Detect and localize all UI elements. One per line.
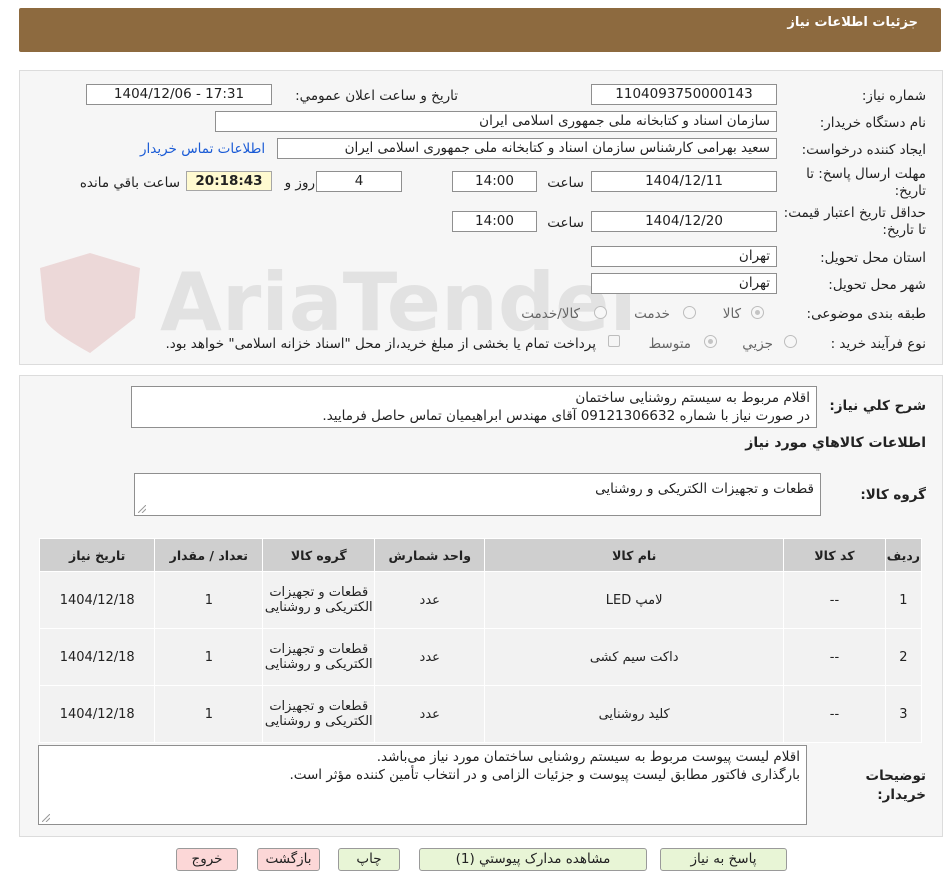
treasury-payment-checkbox[interactable] — [608, 335, 620, 347]
item-group: قطعات و تجهیزات الکتریکی و روشنایی — [262, 571, 376, 629]
category-goods-radio[interactable] — [751, 306, 764, 319]
category-goods-service-radio[interactable] — [594, 306, 607, 319]
buyer-org-label: نام دستگاه خريدار: — [819, 115, 926, 131]
item-name: لامپ LED — [484, 571, 785, 629]
validity-date-field: 1404/12/20 — [591, 211, 777, 232]
item-date: 1404/12/18 — [38, 571, 156, 629]
buyer-notes-line-1: اقلام لیست پیوست مربوط به سیستم روشنایی … — [376, 749, 800, 765]
resize-grip-icon[interactable] — [138, 505, 146, 513]
item-group: قطعات و تجهیزات الکتریکی و روشنایی — [262, 685, 376, 743]
days-label: روز و — [284, 175, 315, 191]
remaining-label: ساعت باقي مانده — [79, 175, 180, 191]
description-line-2: در صورت نیاز با شماره 09121306632 آقای م… — [322, 408, 810, 424]
validity-time-label: ساعت — [547, 215, 584, 231]
category-service-label: خدمت — [634, 306, 670, 322]
price-validity-label: حداقل تاريخ اعتبار قيمت: تا تاريخ: — [783, 205, 926, 238]
description-line-1: اقلام مربوط به سیستم روشنایی ساختمان — [575, 390, 810, 406]
reply-deadline-label: مهلت ارسال پاسخ: تا تاريخ: — [806, 166, 926, 199]
back-button[interactable]: بازگشت — [257, 848, 320, 871]
buyer-contact-link[interactable]: اطلاعات تماس خريدار — [140, 141, 265, 157]
buyer-org-field: سازمان اسناد و کتابخانه ملی جمهوری اسلام… — [215, 111, 777, 132]
category-goods-label: کالا — [722, 306, 741, 322]
reply-date-field: 1404/12/11 — [591, 171, 777, 192]
item-unit: عدد — [374, 685, 486, 743]
item-date: 1404/12/18 — [38, 685, 156, 743]
days-remaining-field: 4 — [316, 171, 402, 192]
table-row: 3 -- کلید روشنایی عدد قطعات و تجهیزات ال… — [38, 685, 923, 743]
item-code: -- — [783, 571, 886, 629]
col-code: کد کالا — [783, 538, 886, 572]
item-qty: 1 — [154, 628, 264, 686]
table-row: 1 -- لامپ LED عدد قطعات و تجهیزات الکتری… — [38, 571, 923, 629]
exit-button[interactable]: خروج — [176, 848, 238, 871]
description-textarea: اقلام مربوط به سیستم روشنایی ساختمان در … — [131, 386, 817, 428]
item-code: -- — [783, 685, 886, 743]
need-number-field: 1104093750000143 — [591, 84, 777, 105]
province-field: تهران — [591, 246, 777, 267]
item-qty: 1 — [154, 571, 264, 629]
reply-time-field: 14:00 — [452, 171, 537, 192]
col-unit: واحد شمارش — [374, 538, 486, 572]
reply-time-label: ساعت — [547, 175, 584, 191]
shield-icon — [40, 253, 140, 353]
creator-field: سعید بهرامی کارشناس سازمان اسناد و کتابخ… — [277, 138, 777, 159]
page-title: جزئيات اطلاعات نياز — [787, 15, 918, 30]
col-qty: تعداد / مقدار — [154, 538, 264, 572]
city-field: تهران — [591, 273, 777, 294]
col-name: نام کالا — [484, 538, 785, 572]
item-unit: عدد — [374, 571, 486, 629]
announce-date-field: 1404/12/06 - 17:31 — [86, 84, 272, 105]
city-label: شهر محل تحويل: — [828, 277, 926, 293]
creator-label: ايجاد کننده درخواست: — [801, 142, 926, 158]
print-button[interactable]: چاپ — [338, 848, 400, 871]
item-unit: عدد — [374, 628, 486, 686]
buyer-notes-label: توضيحات خريدار: — [865, 768, 926, 803]
goods-group-value: قطعات و تجهیزات الکتریکی و روشنایی — [595, 481, 814, 497]
countdown-timer: 20:18:43 — [186, 171, 272, 191]
description-label: شرح کلي نياز: — [829, 398, 926, 414]
col-date: تاريخ نياز — [38, 538, 156, 572]
row-number: 1 — [884, 571, 923, 629]
item-group: قطعات و تجهیزات الکتریکی و روشنایی — [262, 628, 376, 686]
buyer-notes-line-2: بارگذاری فاکتور مطابق لیست پیوست و جزئیا… — [289, 767, 800, 783]
item-name: داکت سیم کشی — [484, 628, 785, 686]
resize-grip-icon[interactable] — [42, 814, 50, 822]
view-attachments-button[interactable]: مشاهده مدارک پيوستي (1) — [419, 848, 647, 871]
col-row: رديف — [884, 538, 923, 572]
table-row: 2 -- داکت سیم کشی عدد قطعات و تجهیزات ال… — [38, 628, 923, 686]
goods-group-label: گروه کالا: — [860, 487, 926, 503]
process-medium-radio[interactable] — [704, 335, 717, 348]
goods-section-title: اطلاعات کالاهاي مورد نياز — [745, 435, 926, 451]
announce-date-label: تاريخ و ساعت اعلان عمومي: — [295, 88, 458, 104]
item-qty: 1 — [154, 685, 264, 743]
row-number: 2 — [884, 628, 923, 686]
col-group: گروه کالا — [262, 538, 376, 572]
treasury-payment-note: پرداخت تمام يا بخشی از مبلغ خريد،از محل … — [165, 336, 596, 352]
process-type-label: نوع فرآيند خريد : — [830, 336, 926, 352]
item-name: کلید روشنایی — [484, 685, 785, 743]
category-goods-service-label: کالا/خدمت — [521, 306, 580, 322]
goods-table: رديف کد کالا نام کالا واحد شمارش گروه کا… — [38, 538, 923, 743]
process-medium-label: متوسط — [648, 336, 691, 352]
province-label: استان محل تحويل: — [820, 250, 926, 266]
item-code: -- — [783, 628, 886, 686]
need-number-label: شماره نياز: — [861, 88, 926, 104]
validity-time-field: 14:00 — [452, 211, 537, 232]
reply-to-need-button[interactable]: پاسخ به نياز — [660, 848, 787, 871]
process-minor-label: جزيي — [742, 336, 773, 352]
category-label: طبقه بندی موضوعی: — [806, 306, 926, 322]
buyer-notes-textarea: اقلام لیست پیوست مربوط به سیستم روشنایی … — [38, 745, 807, 825]
goods-group-textarea: قطعات و تجهیزات الکتریکی و روشنایی — [134, 473, 821, 516]
item-date: 1404/12/18 — [38, 628, 156, 686]
row-number: 3 — [884, 685, 923, 743]
process-minor-radio[interactable] — [784, 335, 797, 348]
category-service-radio[interactable] — [683, 306, 696, 319]
